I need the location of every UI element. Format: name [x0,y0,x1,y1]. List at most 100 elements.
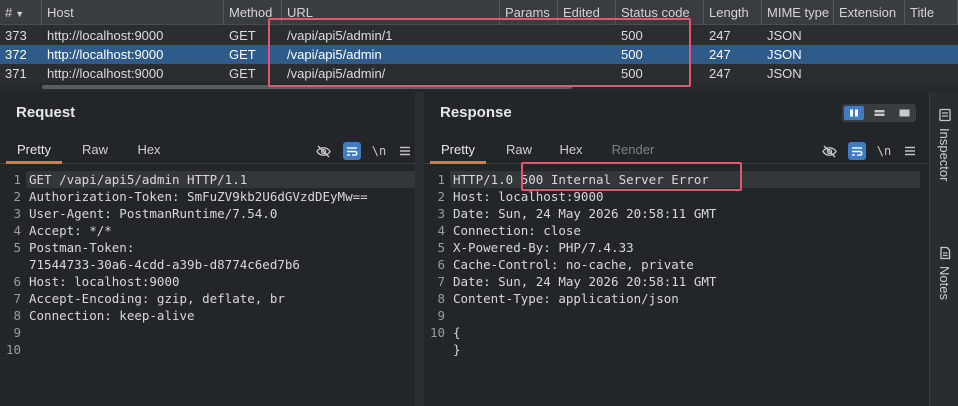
code-line: Date: Sun, 24 May 2026 20:58:11 GMT [453,274,717,289]
line-number [0,256,26,273]
menu-icon[interactable] [396,142,414,160]
request-tab-hex[interactable]: Hex [124,137,174,164]
column-header-params[interactable]: Params [500,0,558,25]
notes-icon [939,246,950,260]
line-number: 9 [437,308,445,323]
line-number: 10 [429,325,445,340]
row-status-code: 500 [621,66,643,81]
table-row[interactable]: 371 http://localhost:9000 GET /vapi/api5… [0,64,958,83]
split-columns-icon[interactable] [844,106,864,120]
column-header-number[interactable]: # ▼ [0,0,42,25]
response-editor-tools: \n [820,142,920,160]
code-line: Postman-Token: [29,240,135,255]
line-number: 1 [13,172,21,187]
word-wrap-icon[interactable] [343,142,361,160]
row-length: 247 [709,28,731,43]
column-header-extension[interactable]: Extension [834,0,905,25]
horizontal-scrollbar[interactable] [0,83,958,92]
sidebar-tab-inspector[interactable]: Inspector [930,108,958,181]
line-number: 4 [437,223,445,238]
code-line: } [453,342,461,357]
line-number: 2 [437,189,445,204]
table-row-selected[interactable]: 372 http://localhost:9000 GET /vapi/api5… [0,45,958,64]
line-number: 1 [437,172,445,187]
code-line: Cache-Control: no-cache, private [453,257,694,272]
response-tab-hex[interactable]: Hex [546,137,596,164]
row-method: GET [229,66,256,81]
eye-slash-icon[interactable] [820,142,838,160]
code-line: X-Powered-By: PHP/7.4.33 [453,240,634,255]
row-method: GET [229,47,256,62]
table-header: # ▼ Host Method URL Params Edited Status … [0,0,958,25]
sidebar-label-inspector: Inspector [937,128,952,182]
code-line: Connection: close [453,223,581,238]
sort-descending-icon: ▼ [15,9,25,19]
response-title: Response [440,104,512,121]
line-number: 5 [437,240,445,255]
scrollbar-thumb[interactable] [42,85,572,89]
row-mime-type: JSON [767,28,802,43]
column-header-title[interactable]: Title [905,0,958,25]
row-number: 371 [5,66,27,81]
code-line: Host: localhost:9000 [453,189,604,204]
row-mime-type: JSON [767,66,802,81]
panel-splitter[interactable] [415,92,424,406]
column-header-edited[interactable]: Edited [558,0,616,25]
sidebar-tab-notes[interactable]: Notes [930,246,958,300]
word-wrap-icon[interactable] [848,142,866,160]
row-host: http://localhost:9000 [47,66,164,81]
code-line: GET /vapi/api5/admin HTTP/1.1 [29,172,248,187]
line-number: 8 [13,308,21,323]
request-title: Request [16,104,76,121]
row-url: /vapi/api5/admin/ [287,66,386,81]
split-rows-icon[interactable] [869,106,889,120]
line-number: 7 [437,274,445,289]
code-line: Accept: */* [29,223,112,238]
single-pane-icon[interactable] [894,106,914,120]
row-url: /vapi/api5/admin/1 [287,28,393,43]
line-number: 9 [13,325,21,340]
column-header-mime-type[interactable]: MIME type [762,0,834,25]
column-header-host[interactable]: Host [42,0,224,25]
response-tab-pretty[interactable]: Pretty [430,137,486,164]
newline-toggle-icon[interactable]: \n [370,142,388,160]
menu-icon[interactable] [901,142,919,160]
request-tab-raw[interactable]: Raw [70,137,120,164]
column-header-method[interactable]: Method [224,0,282,25]
column-header-length[interactable]: Length [704,0,762,25]
line-number: 2 [13,189,21,204]
row-host: http://localhost:9000 [47,47,164,62]
code-line: Date: Sun, 24 May 2026 20:58:11 GMT [453,206,717,221]
code-line: Connection: keep-alive [29,308,195,323]
request-tab-pretty[interactable]: Pretty [6,137,62,164]
sidebar-label-notes: Notes [937,266,952,300]
line-number: 5 [13,240,21,255]
code-line: Content-Type: application/json [453,291,679,306]
line-number: 8 [437,291,445,306]
row-number: 373 [5,28,27,43]
response-tab-render[interactable]: Render [602,137,664,164]
row-mime-type: JSON [767,47,802,62]
line-number: 7 [13,291,21,306]
row-host: http://localhost:9000 [47,28,164,43]
line-number: 3 [13,206,21,221]
line-number: 3 [437,206,445,221]
response-tab-raw[interactable]: Raw [494,137,544,164]
line-number: 6 [437,257,445,272]
newline-toggle-icon[interactable]: \n [875,142,893,160]
row-status-code: 500 [621,47,643,62]
column-header-url[interactable]: URL [282,0,500,25]
code-line: { [453,325,461,340]
row-method: GET [229,28,256,43]
line-number: 6 [13,274,21,289]
eye-slash-icon[interactable] [314,142,332,160]
proxy-history-table: # ▼ Host Method URL Params Edited Status … [0,0,958,92]
row-length: 247 [709,66,731,81]
right-sidebar: Inspector Notes [929,92,958,406]
table-row[interactable]: 373 http://localhost:9000 GET /vapi/api5… [0,26,958,45]
layout-toggle [842,104,916,122]
response-panel: Response Pretty Raw Hex Render \n 1 HTTP/… [424,92,929,406]
column-header-status-code[interactable]: Status code [616,0,704,25]
code-line: User-Agent: PostmanRuntime/7.54.0 [29,206,278,221]
code-line: HTTP/1.0 500 Internal Server Error [453,172,709,187]
